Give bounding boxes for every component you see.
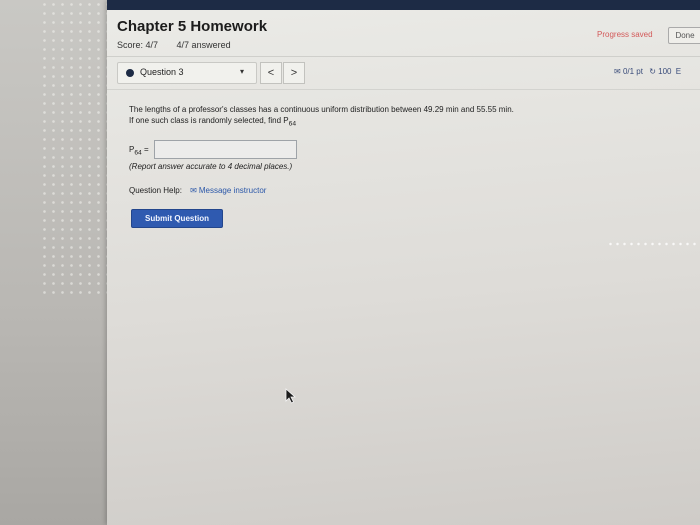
homework-page: Chapter 5 Homework Score: 4/7 4/7 answer… xyxy=(107,0,700,525)
percentile-subscript: 64 xyxy=(288,120,297,128)
answer-label-subscript: 64 xyxy=(134,149,142,157)
mail-icon: ✉ xyxy=(190,186,197,195)
points-status: ✉ 0/1 pt ↻ 100 E xyxy=(614,67,681,76)
retry-icon: ↻ xyxy=(649,67,656,76)
retries-tail: E xyxy=(675,67,682,76)
message-instructor-label: Message instructor xyxy=(198,186,267,195)
assignment-header: Chapter 5 Homework Score: 4/7 4/7 answer… xyxy=(107,10,700,57)
chevron-down-icon: ▾ xyxy=(240,67,245,76)
done-button[interactable]: Done xyxy=(668,27,700,44)
question-text: The lengths of a professor's classes has… xyxy=(129,104,649,130)
answer-input[interactable] xyxy=(154,140,297,159)
message-instructor-link[interactable]: ✉ Message instructor xyxy=(190,186,266,195)
answered-count: 4/7 answered xyxy=(176,40,231,50)
question-select[interactable]: Question 3 ▾ xyxy=(117,62,257,84)
answer-label-equals: = xyxy=(141,145,149,154)
question-help: Question Help: ✉ Message instructor xyxy=(129,186,266,195)
next-question-button[interactable]: > xyxy=(283,62,305,84)
previous-question-button[interactable]: < xyxy=(260,62,282,84)
desk-background xyxy=(0,0,120,525)
question-select-label: Question 3 xyxy=(140,67,184,77)
progress-status: Progress saved xyxy=(597,30,653,39)
score-text: Score: 4/7 xyxy=(117,40,159,50)
question-navigation: Question 3 ▾ < > ✉ 0/1 pt ↻ 100 E xyxy=(107,57,700,90)
question-status-dot xyxy=(126,69,134,77)
points-icon: ✉ xyxy=(614,67,621,76)
points-text: 0/1 pt xyxy=(622,67,643,76)
submit-question-button[interactable]: Submit Question xyxy=(131,209,223,228)
top-navbar xyxy=(107,0,700,10)
question-line-1: The lengths of a professor's classes has… xyxy=(129,105,514,114)
question-line-2: If one such class is randomly selected, … xyxy=(129,115,649,130)
retries-count: 100 xyxy=(658,67,672,76)
score-summary: Score: 4/7 4/7 answered xyxy=(117,40,231,50)
screen-glare xyxy=(607,241,700,247)
answer-label: P64 = xyxy=(129,145,149,157)
question-line-2-text: If one such class is randomly selected, … xyxy=(129,116,289,125)
question-help-label: Question Help: xyxy=(129,186,182,195)
mouse-pointer-icon xyxy=(285,388,297,404)
answer-hint: (Report answer accurate to 4 decimal pla… xyxy=(129,162,293,171)
page-title: Chapter 5 Homework xyxy=(117,18,268,35)
